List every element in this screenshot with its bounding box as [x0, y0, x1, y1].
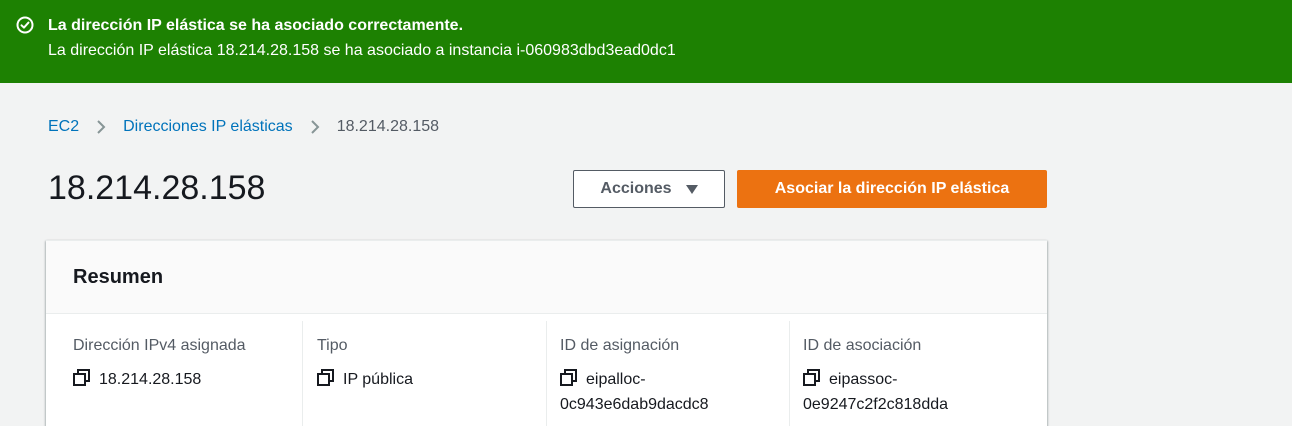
field-association-id: ID de asociación eipassoc- 0e9247c2f2c81… — [789, 321, 1047, 426]
flash-title: La dirección IP elástica se ha asociado … — [48, 17, 464, 34]
success-check-icon — [16, 16, 34, 34]
field-value: eipalloc- 0c943e6dab9dacdc8 — [560, 367, 709, 417]
copy-icon[interactable] — [803, 369, 820, 386]
field-value: eipassoc- 0e9247c2f2c818dda — [803, 367, 948, 417]
association-id-line2: 0e9247c2f2c818dda — [803, 396, 949, 413]
chevron-right-icon — [97, 120, 106, 134]
type-value: IP pública — [343, 371, 413, 388]
flash-message: La dirección IP elástica 18.214.28.158 s… — [48, 42, 676, 59]
field-label: ID de asociación — [803, 337, 922, 354]
chevron-right-icon — [310, 120, 320, 134]
field-label: Dirección IPv4 asignada — [73, 337, 246, 354]
allocated-ipv4-value: 18.214.28.158 — [99, 371, 202, 388]
copy-icon[interactable] — [317, 369, 334, 386]
breadcrumb-elastic-ips-link[interactable]: Direcciones IP elásticas — [123, 118, 293, 136]
actions-button-label: Acciones — [600, 180, 672, 197]
field-value: 18.214.28.158 — [73, 367, 201, 392]
association-id-line1: eipassoc- — [829, 371, 898, 388]
field-allocation-id: ID de asignación eipalloc- 0c943e6dab9da… — [546, 321, 789, 426]
page-title: 18.214.28.158 — [48, 169, 266, 207]
allocation-id-line2: 0c943e6dab9dacdc8 — [560, 396, 709, 413]
field-label: ID de asignación — [560, 337, 680, 354]
allocation-id-line1: eipalloc- — [586, 371, 646, 388]
copy-icon[interactable] — [73, 369, 90, 386]
field-label: Tipo — [317, 337, 348, 354]
actions-dropdown-button[interactable]: Acciones — [573, 170, 725, 208]
field-allocated-ipv4: Dirección IPv4 asignada 18.214.28.158 — [46, 321, 302, 426]
summary-title: Resumen — [73, 266, 164, 288]
copy-icon[interactable] — [560, 369, 577, 386]
associate-elastic-ip-button[interactable]: Asociar la dirección IP elástica — [737, 170, 1047, 208]
field-type: Tipo IP pública — [302, 321, 546, 426]
field-value: IP pública — [317, 367, 413, 392]
success-flash-bar: La dirección IP elástica se ha asociado … — [0, 0, 1292, 83]
caret-down-icon — [685, 184, 698, 194]
breadcrumb-current: 18.214.28.158 — [336, 118, 440, 135]
breadcrumb: EC2 Direcciones IP elásticas 18.214.28.1… — [48, 116, 439, 138]
breadcrumb-ec2-link[interactable]: EC2 — [48, 118, 79, 136]
summary-panel-header: Resumen — [46, 241, 1047, 314]
summary-panel: Resumen Dirección IPv4 asignada 18.214.2… — [46, 240, 1047, 426]
